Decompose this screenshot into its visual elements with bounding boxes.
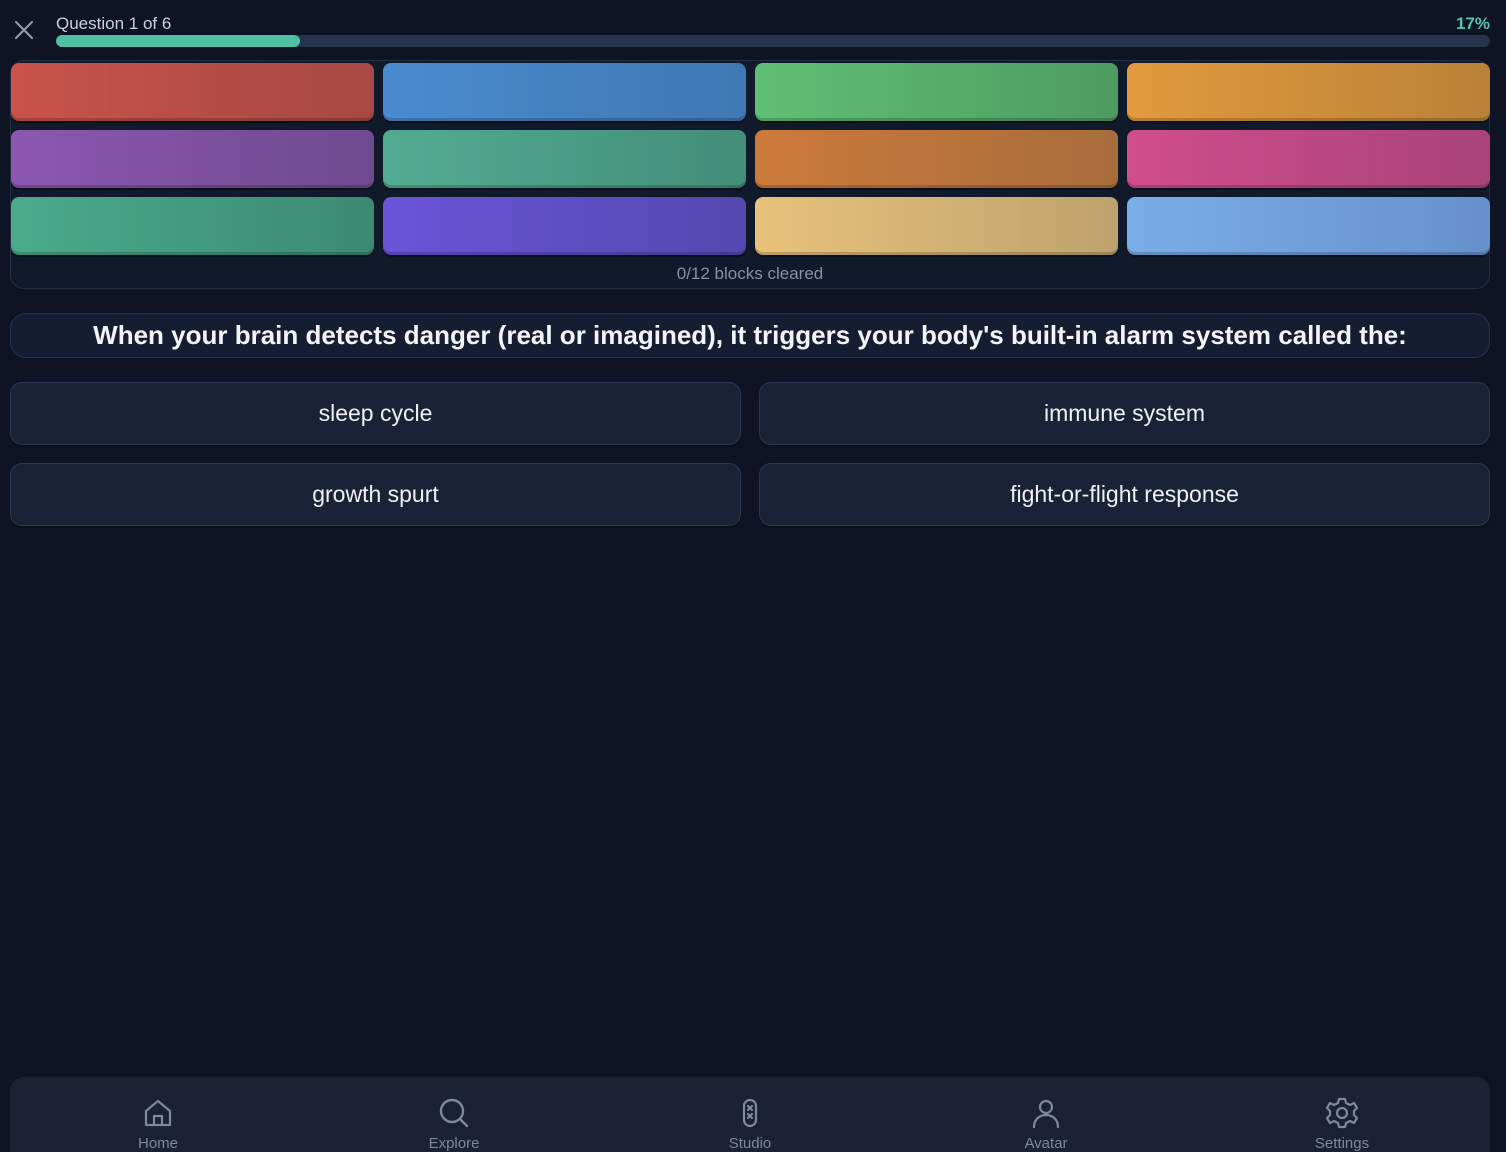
question-text: When your brain detects danger (real or … [93,320,1407,350]
answer-label: sleep cycle [318,400,433,426]
answer-label: fight-or-flight response [1010,481,1239,507]
answer-option-fight-or-flight[interactable]: fight-or-flight response [759,463,1490,526]
color-block[interactable] [1127,63,1490,121]
question-card: When your brain detects danger (real or … [10,313,1490,358]
block-grid [11,63,1491,255]
bottom-nav: Home Explore Studio Avatar Settings [10,1077,1490,1152]
color-block[interactable] [383,63,746,121]
answer-label: growth spurt [312,481,439,507]
quiz-screen: Question 1 of 6 17% 0/12 blocks cleared … [0,0,1506,1152]
nav-label: Home [137,1135,178,1152]
color-block[interactable] [1127,197,1490,255]
color-block[interactable] [755,63,1118,121]
search-icon [436,1095,472,1131]
nav-item-avatar[interactable]: Avatar [966,1077,1126,1152]
color-block[interactable] [755,130,1118,188]
nav-label: Explore [428,1135,480,1152]
home-icon [140,1095,176,1131]
color-block[interactable] [1127,130,1490,188]
color-block[interactable] [11,197,374,255]
nav-label: Studio [728,1135,772,1152]
progress-bar-fill [56,35,300,47]
nav-label: Avatar [1024,1135,1068,1152]
person-icon [1028,1095,1064,1131]
color-block[interactable] [383,130,746,188]
nav-label: Settings [1314,1135,1370,1152]
block-board: 0/12 blocks cleared [10,60,1490,289]
progress-bar [56,35,1490,47]
color-block[interactable] [755,197,1118,255]
question-progress-label: Question 1 of 6 [56,14,172,33]
nav-item-settings[interactable]: Settings [1262,1077,1422,1152]
answer-option-growth-spurt[interactable]: growth spurt [10,463,741,526]
nav-item-studio[interactable]: Studio [670,1077,830,1152]
studio-icon [732,1095,768,1131]
close-icon [14,20,34,40]
answer-option-immune-system[interactable]: immune system [759,382,1490,445]
nav-item-explore[interactable]: Explore [374,1077,534,1152]
answer-label: immune system [1043,400,1206,426]
answer-option-sleep-cycle[interactable]: sleep cycle [10,382,741,445]
color-block[interactable] [11,130,374,188]
blocks-cleared-status: 0/12 blocks cleared [676,264,824,283]
color-block[interactable] [383,197,746,255]
progress-percent: 17% [1455,14,1490,33]
nav-item-home[interactable]: Home [78,1077,238,1152]
color-block[interactable] [11,63,374,121]
close-button[interactable] [10,16,38,44]
gear-icon [1324,1095,1360,1131]
